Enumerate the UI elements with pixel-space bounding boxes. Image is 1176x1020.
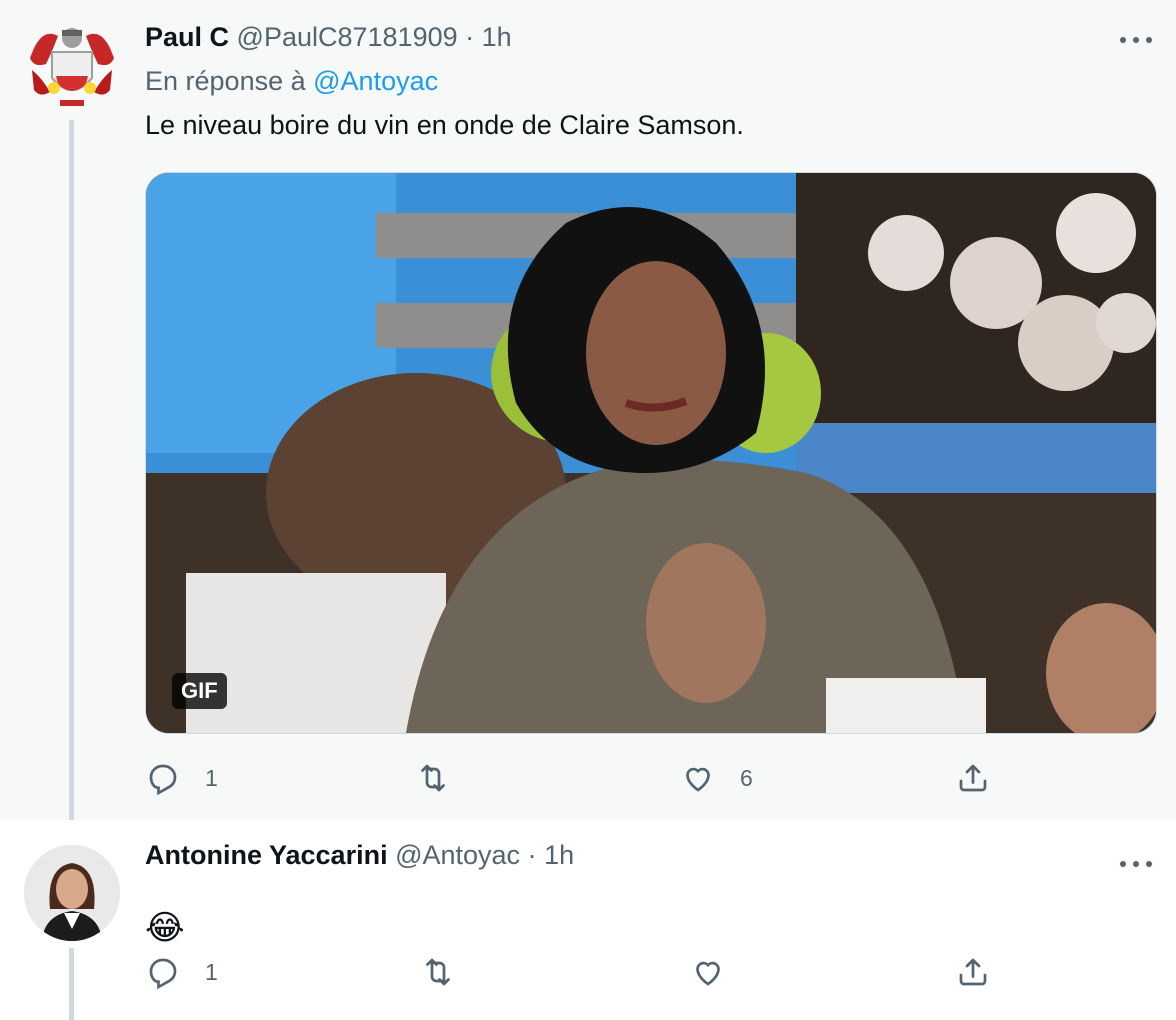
- tweet-antonine-yaccarini[interactable]: Antonine Yaccarini @Antoyac · 1h 😂 1: [0, 820, 1176, 1020]
- like-icon: [696, 961, 720, 986]
- author-handle[interactable]: @Antoyac: [395, 840, 520, 870]
- retweet-button[interactable]: [415, 758, 475, 798]
- reply-context: En réponse à @Antoyac: [145, 66, 438, 97]
- share-icon: [959, 958, 987, 986]
- author-handle[interactable]: @PaulC87181909: [237, 22, 458, 52]
- separator-dot: ·: [465, 22, 475, 52]
- reply-button[interactable]: 1: [145, 758, 218, 798]
- avatar-profile-photo[interactable]: [24, 845, 120, 941]
- like-button[interactable]: [690, 952, 750, 992]
- tweet-actions: 1: [145, 952, 1015, 992]
- mention-link[interactable]: @Antoyac: [313, 66, 438, 96]
- like-count: 6: [740, 764, 753, 791]
- tweet-header: Antonine Yaccarini @Antoyac · 1h: [145, 840, 574, 871]
- reply-button[interactable]: 1: [145, 952, 218, 992]
- tweet-text: Le niveau boire du vin en onde de Claire…: [145, 110, 744, 140]
- timestamp[interactable]: 1h: [544, 840, 574, 870]
- author-name[interactable]: Paul C: [145, 22, 229, 52]
- timestamp[interactable]: 1h: [482, 22, 512, 52]
- reply-count: 1: [205, 764, 218, 791]
- more-icon[interactable]: [1120, 30, 1152, 50]
- author-name[interactable]: Antonine Yaccarini: [145, 840, 388, 870]
- avatar-coat-of-arms[interactable]: [24, 18, 120, 114]
- separator-dot: ·: [527, 840, 537, 870]
- gif-badge: GIF: [172, 673, 227, 709]
- thread-connector: [69, 948, 74, 1020]
- tweet-text-emoji: 😂: [145, 909, 185, 947]
- reply-icon: [149, 764, 177, 796]
- share-icon: [959, 764, 987, 792]
- retweet-icon: [421, 764, 445, 792]
- more-icon[interactable]: [1120, 854, 1152, 874]
- retweet-icon: [426, 958, 450, 986]
- reply-count: 1: [205, 958, 218, 985]
- like-icon: [686, 767, 710, 792]
- thread-connector: [69, 120, 74, 832]
- reply-prefix: En réponse à: [145, 66, 306, 96]
- retweet-button[interactable]: [420, 952, 480, 992]
- share-button[interactable]: [955, 952, 991, 992]
- reply-icon: [149, 958, 177, 990]
- like-button[interactable]: 6: [680, 758, 753, 798]
- tweet-header: Paul C @PaulC87181909 · 1h: [145, 22, 512, 53]
- tweet-actions: 1 6: [145, 758, 1015, 798]
- tweet-paul-c[interactable]: Paul C @PaulC87181909 · 1h En réponse à …: [0, 0, 1176, 820]
- gif-media[interactable]: GIF: [145, 172, 1157, 734]
- share-button[interactable]: [955, 758, 991, 798]
